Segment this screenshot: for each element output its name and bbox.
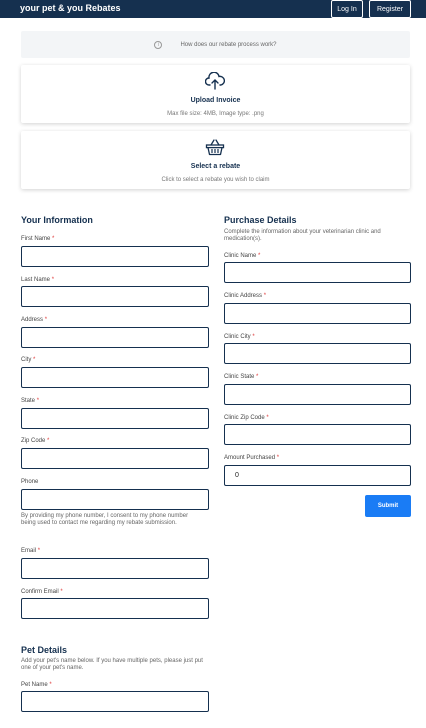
address-input[interactable] <box>21 327 209 348</box>
zip-code-label: Zip Code * <box>21 438 50 444</box>
upload-invoice-subtitle: Max file size: 4MB, Image type: .png <box>167 111 264 117</box>
amount-purchased-input[interactable] <box>224 465 411 486</box>
select-rebate-title: Select a rebate <box>190 163 241 170</box>
upload-invoice-card[interactable]: Upload Invoice Max file size: 4MB, Image… <box>21 65 410 123</box>
clinic-address-label: Clinic Address * <box>224 293 267 299</box>
last-name-input[interactable] <box>21 286 209 307</box>
confirm-email-label: Confirm Email * <box>21 589 63 595</box>
your-information-title: Your Information <box>21 215 93 225</box>
select-rebate-subtitle: Click to select a rebate you wish to cla… <box>161 177 270 183</box>
state-label: State * <box>21 398 40 404</box>
clinic-zip-code-input[interactable] <box>224 424 411 445</box>
address-label: Address * <box>21 317 48 323</box>
login-button[interactable]: Log In <box>331 0 363 18</box>
city-input[interactable] <box>21 367 209 388</box>
purchase-details-title: Purchase Details <box>224 215 297 225</box>
clinic-name-input[interactable] <box>224 262 411 283</box>
phone-label: Phone <box>21 479 39 485</box>
pet-details-title: Pet Details <box>21 645 68 655</box>
clinic-state-label: Clinic State * <box>224 374 259 380</box>
state-input[interactable] <box>21 408 209 429</box>
submit-button[interactable]: Submit <box>365 495 411 517</box>
pet-name-input[interactable] <box>21 691 209 712</box>
basket-icon <box>205 139 225 156</box>
rebate-process-info-bar[interactable]: i How does our rebate process work? <box>21 31 410 58</box>
amount-purchased-label: Amount Purchased * <box>224 455 280 461</box>
clinic-name-label: Clinic Name * <box>224 253 261 259</box>
clinic-address-input[interactable] <box>224 303 411 324</box>
zip-code-input[interactable] <box>21 448 209 469</box>
info-icon: i <box>154 40 163 49</box>
rebate-process-link[interactable]: How does our rebate process work? <box>180 42 276 48</box>
first-name-input[interactable] <box>21 246 209 267</box>
purchase-details-description: Complete the information about your vete… <box>224 229 381 242</box>
first-name-label: First Name * <box>21 236 55 242</box>
select-rebate-card[interactable]: Select a rebate Click to select a rebate… <box>21 131 410 189</box>
confirm-email-input[interactable] <box>21 598 209 619</box>
cloud-upload-icon <box>205 72 225 90</box>
register-button[interactable]: Register <box>369 0 411 18</box>
clinic-state-input[interactable] <box>224 384 411 405</box>
top-navbar: your pet & you Rebates Log In Register <box>0 0 426 18</box>
clinic-city-input[interactable] <box>224 343 411 364</box>
pet-name-label: Pet Name * <box>21 682 52 688</box>
pet-details-description: Add your pet's name below. If you have m… <box>21 658 203 671</box>
clinic-city-label: Clinic City * <box>224 334 255 340</box>
brand-title[interactable]: your pet & you Rebates <box>20 3 121 13</box>
email-input[interactable] <box>21 558 209 579</box>
last-name-label: Last Name * <box>21 277 55 283</box>
city-label: City * <box>21 357 36 363</box>
clinic-zip-code-label: Clinic Zip Code * <box>224 415 269 421</box>
phone-consent-text: By providing my phone number, I consent … <box>21 513 189 526</box>
phone-input[interactable] <box>21 489 209 510</box>
upload-invoice-title: Upload Invoice <box>190 97 241 104</box>
email-label: Email * <box>21 548 41 554</box>
